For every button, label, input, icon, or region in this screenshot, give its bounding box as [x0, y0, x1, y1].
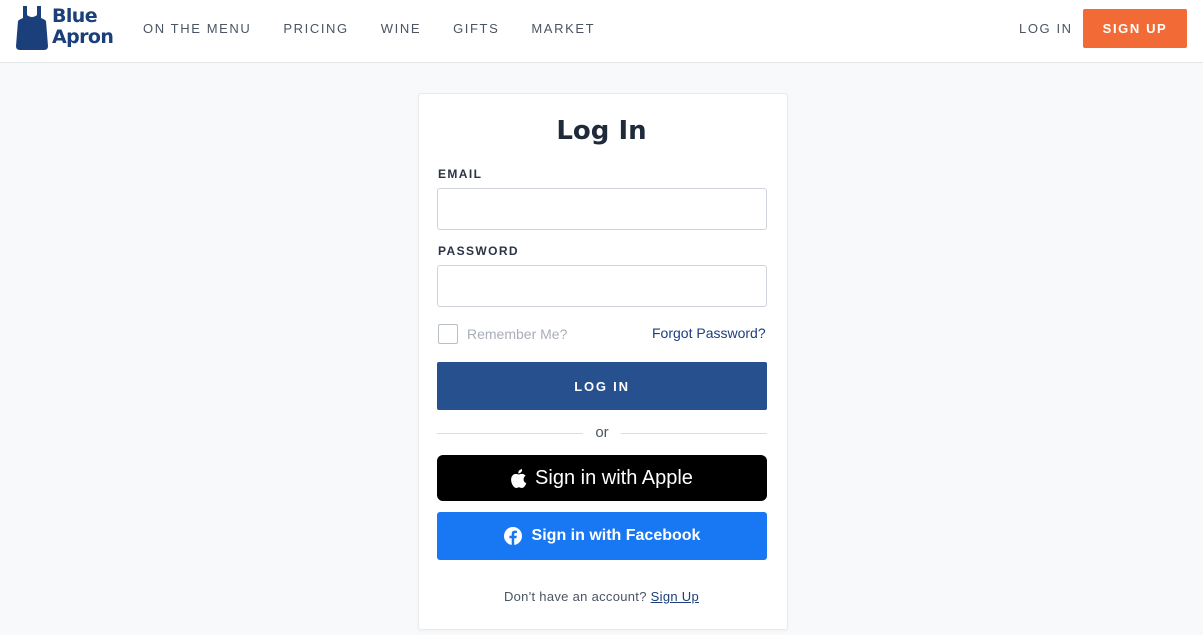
logo-word-blue: Blue — [52, 5, 98, 27]
apron-icon — [16, 6, 48, 50]
top-nav-bar: Blue Apron ON THE MENU PRICING WINE GIFT… — [0, 0, 1203, 63]
nav-item-wine[interactable]: WINE — [381, 0, 421, 58]
no-account-text: Don't have an account? — [503, 589, 647, 604]
divider-right-line — [621, 433, 767, 434]
nav-item-on-the-menu[interactable]: ON THE MENU — [143, 0, 251, 58]
password-field[interactable] — [437, 265, 767, 307]
nav-item-pricing[interactable]: PRICING — [283, 0, 348, 58]
signup-link[interactable]: Sign Up — [651, 589, 699, 604]
divider-left-line — [437, 433, 583, 434]
divider-or-text: or — [595, 424, 609, 441]
sign-in-with-facebook-button[interactable]: Sign in with Facebook — [437, 512, 767, 560]
blue-apron-logo[interactable]: Blue Apron — [16, 5, 116, 53]
header-signup-button[interactable]: SIGN UP — [1083, 9, 1187, 48]
nav-item-market[interactable]: MARKET — [531, 0, 595, 58]
password-label: PASSWORD — [438, 244, 519, 258]
logo-word-apron: Apron — [52, 26, 114, 48]
sign-in-with-apple-button[interactable]: Sign in with Apple — [437, 455, 767, 501]
facebook-icon — [503, 527, 522, 545]
email-label: EMAIL — [438, 167, 483, 181]
facebook-button-label: Sign in with Facebook — [531, 527, 701, 544]
apple-button-label: Sign in with Apple — [535, 466, 693, 489]
forgot-password-link[interactable]: Forgot Password? — [652, 325, 766, 341]
apple-icon — [511, 468, 527, 488]
header-login-link[interactable]: LOG IN — [1019, 0, 1073, 58]
login-submit-button[interactable]: LOG IN — [437, 362, 767, 410]
signup-prompt: Don't have an account? Sign Up — [0, 589, 1203, 604]
nav-item-gifts[interactable]: GIFTS — [453, 0, 499, 58]
logo-wordmark: Blue Apron — [52, 5, 114, 48]
page-title: Log In — [556, 116, 647, 146]
remember-me-checkbox[interactable] — [438, 324, 458, 344]
remember-me-label[interactable]: Remember Me? — [467, 326, 567, 342]
email-field[interactable] — [437, 188, 767, 230]
main-nav: ON THE MENU PRICING WINE GIFTS MARKET — [143, 0, 627, 58]
